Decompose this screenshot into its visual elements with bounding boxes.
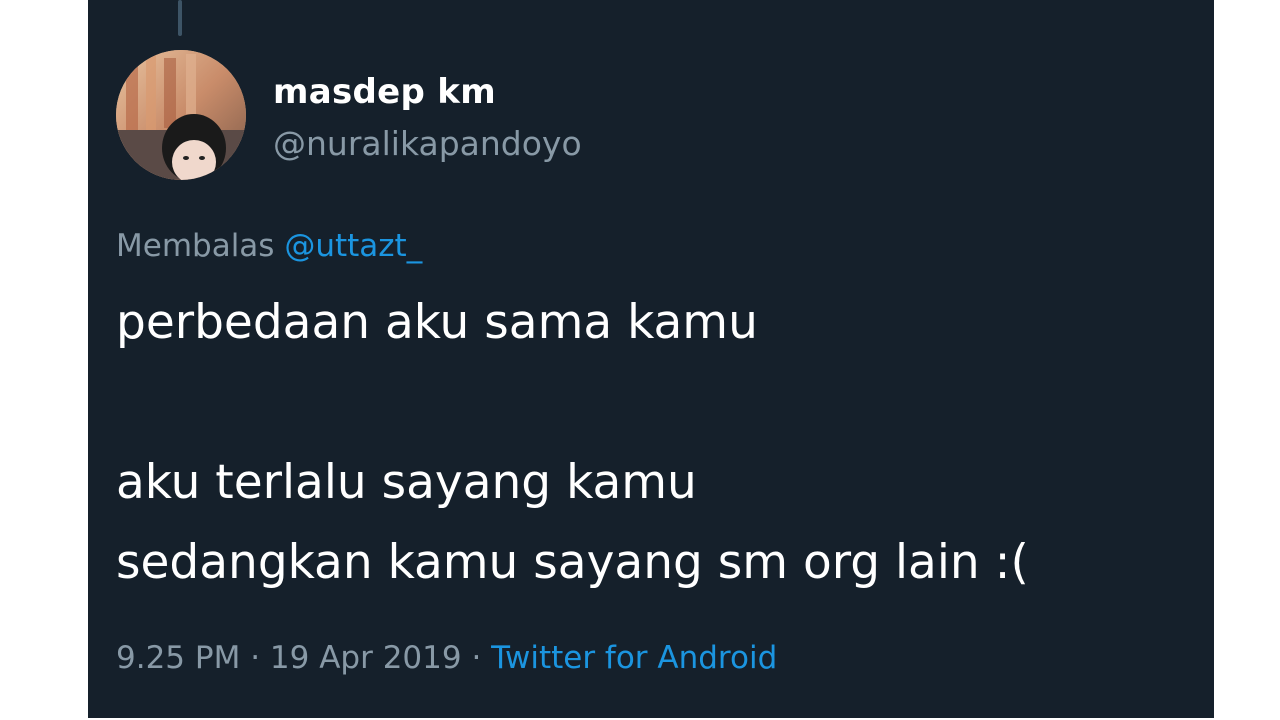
author-handle[interactable]: @nuralikapandoyo [273,124,582,163]
tweet-text: perbedaan aku sama kamu aku terlalu saya… [116,295,1029,590]
meta-separator: · [471,640,482,676]
thread-connector-line [178,0,182,36]
tweet-date[interactable]: 19 Apr 2019 [270,640,462,676]
meta-separator: · [250,640,261,676]
reply-context: Membalas @uttazt_ [116,228,422,264]
avatar-photo-icon [116,50,246,180]
avatar[interactable] [116,50,246,180]
tweet-time[interactable]: 9.25 PM [116,640,240,676]
reply-to-handle-link[interactable]: @uttazt_ [284,228,422,264]
tweet-card: masdep km @nuralikapandoyo Membalas @utt… [88,0,1214,718]
tweet-meta: 9.25 PM · 19 Apr 2019 · Twitter for Andr… [116,640,777,676]
tweet-source-link[interactable]: Twitter for Android [491,640,777,676]
reply-prefix: Membalas [116,228,275,264]
author-display-name[interactable]: masdep km [273,72,496,112]
